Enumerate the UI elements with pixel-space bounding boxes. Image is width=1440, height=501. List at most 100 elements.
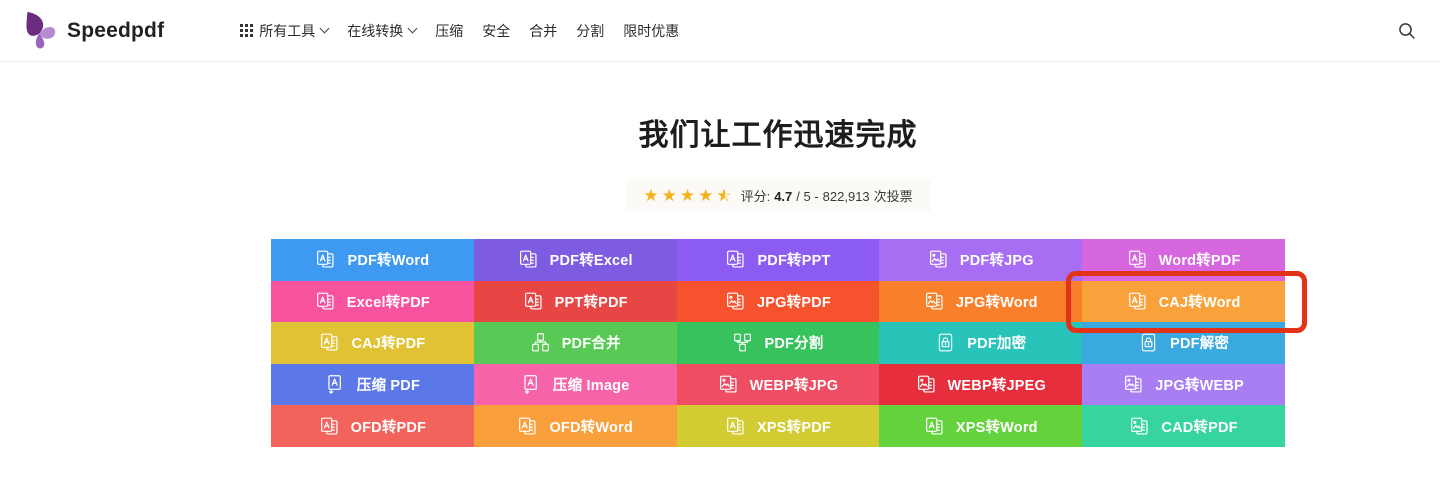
compress-image-icon <box>521 374 542 395</box>
nav-item-split[interactable]: 分割 <box>576 21 604 41</box>
chevron-down-icon <box>320 24 330 34</box>
tool-label: OFD转Word <box>549 416 633 437</box>
ppt-to-pdf-icon <box>523 291 544 312</box>
tool-label: PDF转Excel <box>550 249 633 270</box>
rating-outof: / 5 - <box>796 189 818 204</box>
tool-label: PDF分割 <box>764 332 823 353</box>
rating-text: 评分: 4.7 / 5 - 822,913 次投票 <box>741 186 913 205</box>
rating-score: 4.7 <box>774 189 792 204</box>
rating-votes: 822,913 <box>823 189 870 204</box>
word-to-pdf-icon <box>1127 249 1148 270</box>
tool-cad-to-pdf[interactable]: CAD转PDF <box>1082 405 1285 447</box>
tools-grid: PDF转Word PDF转Excel PDF转PPT PDF转JPG Word转PDF E… <box>271 239 1285 447</box>
pdf-to-jpg-icon <box>928 249 949 270</box>
tool-caj-to-pdf[interactable]: CAJ转PDF <box>271 322 474 364</box>
tool-label: PDF合并 <box>562 332 621 353</box>
rating-label: 评分: <box>741 186 771 205</box>
tool-caj-to-word[interactable]: CAJ转Word <box>1082 281 1285 323</box>
nav-item-merge[interactable]: 合并 <box>529 21 557 41</box>
tool-compress-pdf[interactable]: 压缩 PDF <box>271 364 474 406</box>
tool-label: CAJ转Word <box>1159 291 1241 312</box>
tool-xps-to-pdf[interactable]: XPS转PDF <box>677 405 880 447</box>
nav-item-label: 在线转换 <box>347 21 403 41</box>
xps-to-pdf-icon <box>725 416 746 437</box>
tool-label: PDF转PPT <box>757 249 830 270</box>
tool-pdf-split[interactable]: PDF分割 <box>677 322 880 364</box>
jpg-to-word-icon <box>924 291 945 312</box>
ofd-to-pdf-icon <box>319 416 340 437</box>
tool-pdf-to-jpg[interactable]: PDF转JPG <box>879 239 1082 281</box>
top-nav-bar: Speedpdf 所有工具 在线转换 压缩安全合并分割限时优惠 <box>0 0 1440 62</box>
compress-pdf-icon <box>325 374 346 395</box>
cad-to-pdf-icon <box>1129 416 1150 437</box>
nav-item-compress[interactable]: 压缩 <box>435 21 463 41</box>
tool-label: XPS转Word <box>956 416 1038 437</box>
brand[interactable]: Speedpdf <box>18 10 164 52</box>
tool-compress-image[interactable]: 压缩 Image <box>474 364 677 406</box>
star-full-icon: ★ <box>698 187 713 204</box>
pdf-encrypt-icon <box>935 332 956 353</box>
page-title: 我们让工作迅速完成 <box>271 119 1285 153</box>
pdf-to-ppt-icon <box>725 249 746 270</box>
rating-votes-label: 次投票 <box>874 186 913 205</box>
star-full-icon: ★ <box>643 187 658 204</box>
tool-label: JPG转Word <box>956 291 1038 312</box>
tool-jpg-to-pdf[interactable]: JPG转PDF <box>677 281 880 323</box>
excel-to-pdf-icon <box>315 291 336 312</box>
nav-item-label: 安全 <box>482 21 510 41</box>
speedpdf-logo-icon <box>18 10 58 52</box>
search-icon <box>1398 22 1416 40</box>
tool-jpg-to-webp[interactable]: JPG转WEBP <box>1082 364 1285 406</box>
pdf-split-icon <box>732 332 753 353</box>
tool-pdf-to-ppt[interactable]: PDF转PPT <box>677 239 880 281</box>
nav-item-all-tools[interactable]: 所有工具 <box>240 21 328 41</box>
tool-label: WEBP转JPG <box>750 374 839 395</box>
tool-label: PPT转PDF <box>555 291 628 312</box>
nav-item-security[interactable]: 安全 <box>482 21 510 41</box>
tool-label: Excel转PDF <box>347 291 430 312</box>
tool-label: 压缩 PDF <box>357 374 420 395</box>
nav-item-promo[interactable]: 限时优惠 <box>623 21 679 41</box>
webp-to-jpg-icon <box>718 374 739 395</box>
search-button[interactable] <box>1394 18 1420 44</box>
caj-to-pdf-icon <box>319 332 340 353</box>
tool-word-to-pdf[interactable]: Word转PDF <box>1082 239 1285 281</box>
pdf-to-word-icon <box>315 249 336 270</box>
pdf-decrypt-icon <box>1138 332 1159 353</box>
nav-item-label: 压缩 <box>435 21 463 41</box>
tool-label: PDF解密 <box>1170 332 1229 353</box>
tool-ofd-to-pdf[interactable]: OFD转PDF <box>271 405 474 447</box>
tool-ppt-to-pdf[interactable]: PPT转PDF <box>474 281 677 323</box>
tool-label: CAJ转PDF <box>351 332 425 353</box>
tool-ofd-to-word[interactable]: OFD转Word <box>474 405 677 447</box>
tool-label: WEBP转JPEG <box>948 374 1047 395</box>
jpg-to-pdf-icon <box>725 291 746 312</box>
tool-pdf-encrypt[interactable]: PDF加密 <box>879 322 1082 364</box>
main-nav: 所有工具 在线转换 压缩安全合并分割限时优惠 <box>240 21 679 41</box>
jpg-to-webp-icon <box>1123 374 1144 395</box>
star-full-icon: ★ <box>680 187 695 204</box>
tool-webp-to-jpeg[interactable]: WEBP转JPEG <box>879 364 1082 406</box>
tool-label: OFD转PDF <box>351 416 427 437</box>
tool-pdf-to-excel[interactable]: PDF转Excel <box>474 239 677 281</box>
tool-label: PDF转JPG <box>960 249 1034 270</box>
chevron-down-icon <box>408 24 418 34</box>
tool-label: PDF转Word <box>347 249 429 270</box>
webp-to-jpeg-icon <box>916 374 937 395</box>
tool-pdf-to-word[interactable]: PDF转Word <box>271 239 474 281</box>
nav-item-label: 所有工具 <box>259 21 315 41</box>
tool-excel-to-pdf[interactable]: Excel转PDF <box>271 281 474 323</box>
tool-webp-to-jpg[interactable]: WEBP转JPG <box>677 364 880 406</box>
rating-badge: ★★★★★☆ 评分: 4.7 / 5 - 822,913 次投票 <box>625 179 930 212</box>
pdf-merge-icon <box>530 332 551 353</box>
nav-item-label: 限时优惠 <box>623 21 679 41</box>
tool-pdf-merge[interactable]: PDF合并 <box>474 322 677 364</box>
nav-item-online-convert[interactable]: 在线转换 <box>347 21 416 41</box>
tool-jpg-to-word[interactable]: JPG转Word <box>879 281 1082 323</box>
tool-label: JPG转PDF <box>757 291 831 312</box>
tool-label: XPS转PDF <box>757 416 831 437</box>
tool-xps-to-word[interactable]: XPS转Word <box>879 405 1082 447</box>
pdf-to-excel-icon <box>518 249 539 270</box>
star-rating: ★★★★★☆ <box>643 187 731 204</box>
tool-pdf-decrypt[interactable]: PDF解密 <box>1082 322 1285 364</box>
